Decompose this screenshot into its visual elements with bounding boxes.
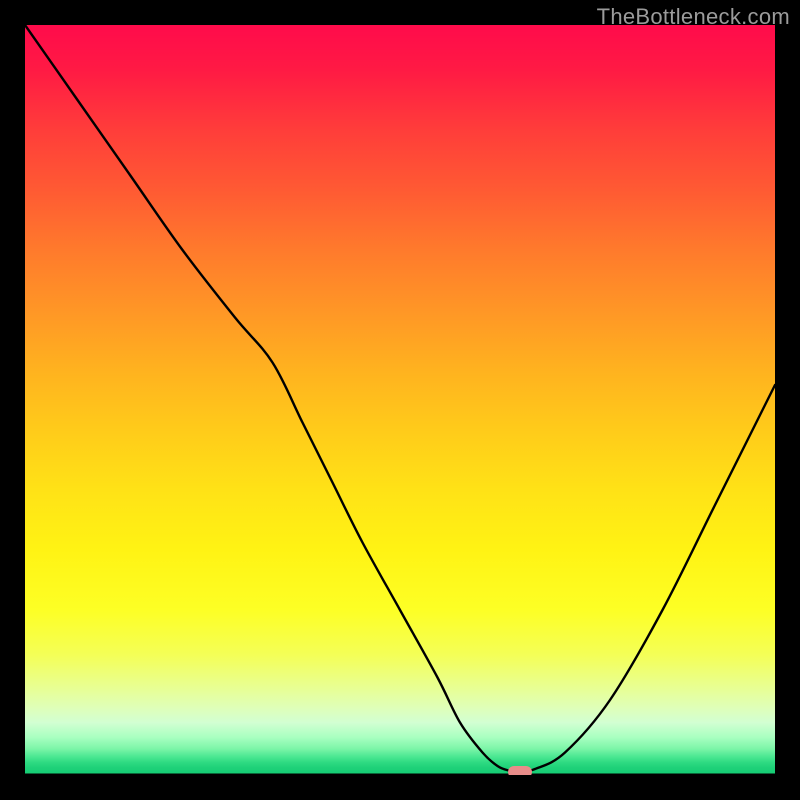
optimal-point-marker [508, 766, 532, 775]
watermark-text: TheBottleneck.com [597, 4, 790, 30]
chart-stage: TheBottleneck.com [0, 0, 800, 800]
chart-svg [25, 25, 775, 775]
bottleneck-curve [25, 25, 775, 771]
plot-area [25, 25, 775, 775]
